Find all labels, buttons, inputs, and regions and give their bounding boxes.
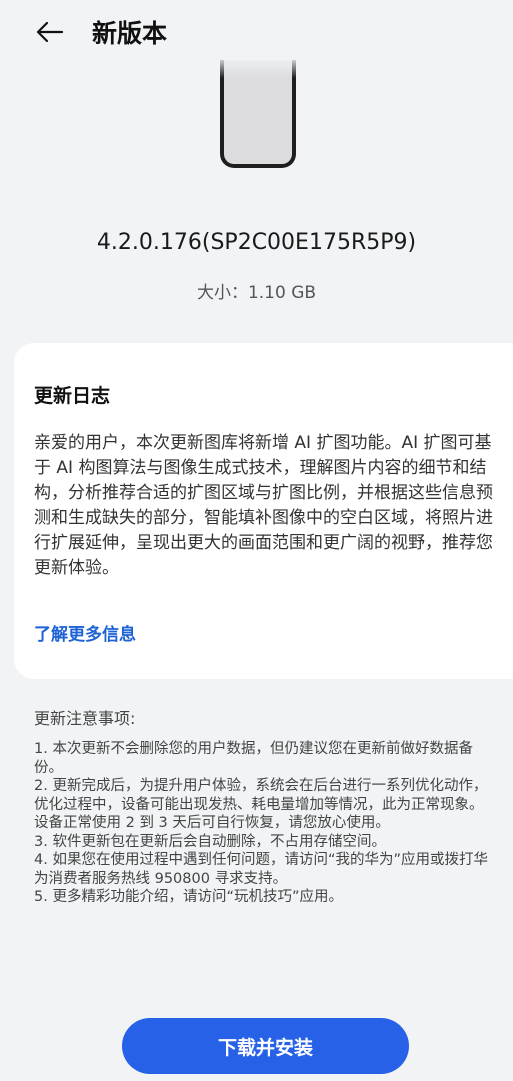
package-size: 大小：1.10 GB: [196, 283, 317, 303]
download-install-button[interactable]: 下载并安装: [122, 1018, 409, 1074]
note-item: 1. 本次更新不会删除您的用户数据，但仍建议您在更新前做好数据备份。: [34, 741, 473, 776]
note-item: 2. 更新完成后，为提升用户体验，系统会在后台进行一系列优化动作，优化过程中，设…: [34, 778, 488, 831]
changelog-title: 更新日志: [34, 385, 111, 407]
notes-title: 更新注意事项:: [34, 709, 136, 728]
note-item: 4. 如果您在使用过程中遇到任何问题，请访问“我的华为”应用或拨打华为消费者服务…: [34, 852, 488, 887]
note-item: 5. 更多精彩功能介绍，请访问“玩机技巧”应用。: [34, 889, 343, 905]
back-button[interactable]: [30, 14, 70, 50]
back-arrow-icon: [36, 21, 64, 43]
learn-more-link[interactable]: 了解更多信息: [34, 620, 136, 645]
phone-illustration-fade: [212, 56, 304, 78]
changelog-body: 亲爱的用户，本次更新图库将新增 AI 扩图功能。AI 扩图可基于 AI 构图算法…: [34, 433, 493, 578]
version-number: 4.2.0.176(SP2C00E175R5P9): [96, 230, 417, 255]
changelog-card: 更新日志 亲爱的用户，本次更新图库将新增 AI 扩图功能。AI 扩图可基于 AI…: [14, 343, 513, 679]
notes-list: 1. 本次更新不会删除您的用户数据，但仍建议您在更新前做好数据备份。 2. 更新…: [34, 740, 494, 907]
top-bar: 新版本: [0, 0, 513, 64]
note-item: 3. 软件更新包在更新后会自动删除，不占用存储空间。: [34, 833, 386, 850]
page-title: 新版本: [92, 19, 168, 48]
